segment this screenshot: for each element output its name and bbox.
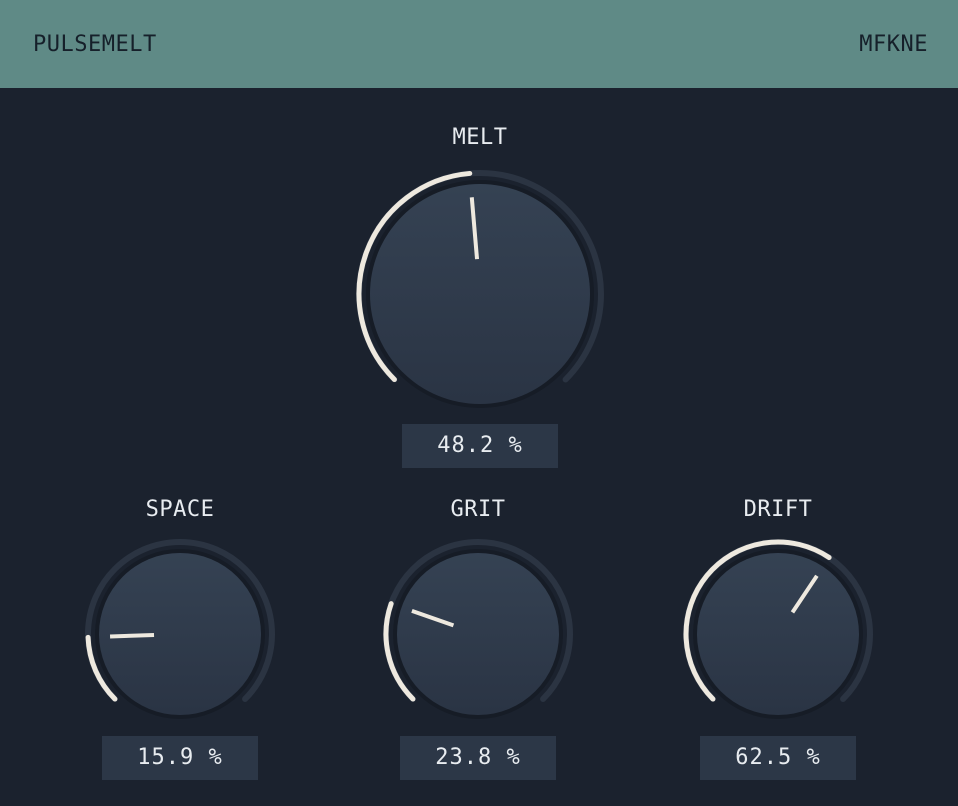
value-display-melt[interactable]: 48.2 % xyxy=(402,424,558,468)
knob-block-melt: MELT 48.2 % xyxy=(330,118,630,478)
knob-body-drift xyxy=(697,553,859,715)
value-display-grit[interactable]: 23.8 % xyxy=(400,736,556,780)
knob-pointer-space xyxy=(109,632,155,639)
knob-block-drift: DRIFT 62.5 % xyxy=(638,490,918,790)
knob-block-space: SPACE 15.9 % xyxy=(40,490,320,790)
vendor-name: MFKNE xyxy=(859,32,928,57)
knob-space[interactable] xyxy=(60,520,300,740)
knob-block-grit: GRIT 23.8 % xyxy=(338,490,618,790)
plugin-window: PULSEMELT MFKNE MELT 48.2 % SPACE 15.9 %… xyxy=(0,0,958,806)
knob-body-melt xyxy=(370,184,590,404)
header-bar: PULSEMELT MFKNE xyxy=(0,0,958,88)
value-display-drift[interactable]: 62.5 % xyxy=(700,736,856,780)
knob-melt[interactable] xyxy=(340,148,620,448)
knob-body-grit xyxy=(397,553,559,715)
knob-body-space xyxy=(99,553,261,715)
value-display-space[interactable]: 15.9 % xyxy=(102,736,258,780)
knob-drift[interactable] xyxy=(658,520,898,740)
plugin-title: PULSEMELT xyxy=(33,32,157,57)
knob-grit[interactable] xyxy=(358,520,598,740)
